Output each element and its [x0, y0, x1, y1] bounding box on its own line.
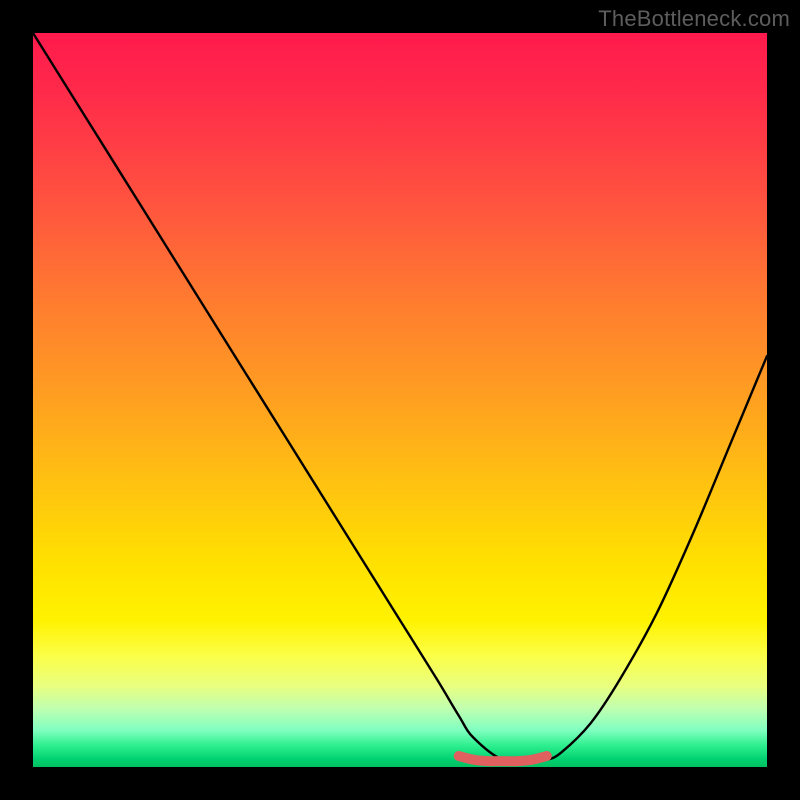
chart-background-gradient	[33, 33, 767, 767]
watermark-text: TheBottleneck.com	[598, 6, 790, 32]
chart-frame	[33, 33, 767, 767]
